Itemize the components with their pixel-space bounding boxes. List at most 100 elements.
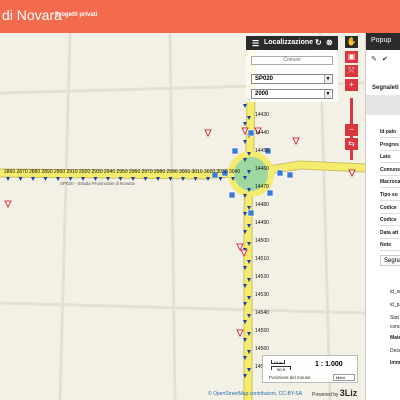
field-separator <box>380 174 400 176</box>
field-separator <box>380 137 400 138</box>
road-select[interactable]: SP020 ▼ <box>251 74 333 84</box>
field-separator <box>380 250 400 252</box>
popup-field-label: Macroca <box>380 179 400 186</box>
localizzazione-panel: ☰ Localizzazione ↻ ⊗ Comuni SP020 ▼ 2000… <box>246 36 338 102</box>
popup-subfield-label: id_pa <box>390 302 400 308</box>
refresh-icon[interactable]: ↻ <box>315 38 322 47</box>
zoom-out-button[interactable]: − <box>345 124 358 136</box>
sign-km-label: 14500 <box>255 238 269 244</box>
warning-sign-icon[interactable] <box>204 129 212 138</box>
pan-hand-icon[interactable]: ✋ <box>345 36 358 48</box>
comuni-search-input[interactable]: Comuni <box>251 56 333 65</box>
warning-sign-icon[interactable] <box>236 243 244 252</box>
sign-km-label: 2940 <box>104 169 115 175</box>
road-sign-icon[interactable] <box>286 171 294 179</box>
road-network <box>0 48 365 400</box>
sign-km-label: 2980 <box>154 169 165 175</box>
sign-marker[interactable] <box>218 177 223 181</box>
popup-subfield-label: cond <box>390 324 400 330</box>
sign-km-label: 14450 <box>255 148 269 154</box>
fullextent-icon[interactable]: ⤧ <box>345 65 358 77</box>
popup-field-label: Codice <box>380 204 397 211</box>
localizzazione-header: ☰ Localizzazione ↻ ⊗ <box>246 36 338 50</box>
osm-attribution-text[interactable]: © OpenStreetMap contributors, CC-BY-SA <box>208 391 302 397</box>
popup-subfield-label: id_se <box>390 289 400 295</box>
popup-field-label: Tipo so <box>380 192 398 198</box>
edit-icon[interactable]: ✎ <box>371 55 377 63</box>
warning-sign-icon[interactable] <box>348 169 356 178</box>
popup-field-label: Lato <box>380 154 391 161</box>
scale-bar-metric: 10 m <box>271 360 285 365</box>
field-separator <box>380 225 400 227</box>
sign-km-label: 2930 <box>92 169 103 175</box>
powered-by-text: Powered by <box>312 392 339 398</box>
sign-km-label: 2870 <box>17 169 28 175</box>
sign-marker[interactable] <box>6 177 10 181</box>
sign-km-label: 3030 <box>217 169 228 175</box>
popup-field-label: Note <box>380 242 392 249</box>
lizmap-brand: 3Liz <box>339 388 358 398</box>
road-sign-icon[interactable] <box>231 147 239 155</box>
app-subtitle: Progetti privati <box>55 12 98 18</box>
sign-km-label: 2950 <box>117 169 128 175</box>
road-sign-icon[interactable] <box>247 129 255 137</box>
popup-field-label: Progres <box>380 141 399 148</box>
scale-box: 10 m 50 ft 1 : 1.000 Posizione del mouse… <box>262 355 358 383</box>
sign-km-label: 2960 <box>129 169 140 175</box>
sign-km-label: 3020 <box>204 169 215 175</box>
popup-field-label: Codice <box>380 217 397 224</box>
sign-km-label: 14530 <box>255 292 269 298</box>
field-separator <box>380 149 400 151</box>
road-sign-icon[interactable] <box>247 209 255 217</box>
sign-marker[interactable] <box>143 177 148 181</box>
chevron-down-icon: ▼ <box>324 90 331 98</box>
units-select[interactable]: Metri <box>333 374 355 381</box>
km-select[interactable]: 2000 ▼ <box>251 89 333 99</box>
sign-km-label: 14540 <box>255 310 269 316</box>
section-header-bar <box>366 95 400 115</box>
sign-km-label: 14460 <box>255 166 269 172</box>
popup-panel: Popup ✎ ✔ Segnaleti Id palo Progres Lato Co… <box>365 33 400 400</box>
scale-bar-imperial: 50 ft <box>271 366 291 372</box>
scale-ratio: 1 : 1.000 <box>315 361 343 368</box>
mouse-position-label: Posizione del mouse <box>269 375 311 380</box>
field-separator <box>380 237 400 239</box>
popup-subfield-label: Desc <box>390 348 400 354</box>
sign-km-label: 2860 <box>4 169 15 175</box>
sign-marker[interactable] <box>43 177 48 181</box>
section-title: Segnaleti <box>372 85 399 91</box>
sign-km-label: 2880 <box>29 169 40 175</box>
popup-field-label: Data att <box>380 229 399 236</box>
popup-field-label: Comune <box>380 166 400 173</box>
arrows-icon[interactable]: ⇆ <box>345 138 358 150</box>
lizmap-logo[interactable]: Powered by 3Liz <box>312 388 357 398</box>
sign-marker[interactable] <box>18 177 23 181</box>
table-icon: ☰ <box>252 39 260 48</box>
road-sign-icon[interactable] <box>276 169 284 177</box>
tab-popup[interactable]: Popup <box>366 33 400 50</box>
sign-marker[interactable] <box>31 177 35 181</box>
sign-km-label: 14470 <box>255 184 269 190</box>
warning-sign-icon[interactable] <box>236 329 244 338</box>
localizzazione-title: Localizzazione <box>264 39 314 46</box>
road-sign-icon[interactable] <box>266 189 274 197</box>
warning-sign-icon[interactable] <box>292 137 300 146</box>
app-title: di Novara <box>2 7 62 23</box>
zoom-box-icon[interactable]: ▣ <box>345 51 358 63</box>
app-header: di Novara Progetti privati <box>0 0 400 33</box>
close-icon[interactable]: ⊗ <box>326 38 333 47</box>
sign-km-label: 2910 <box>67 169 78 175</box>
zoom-in-button[interactable]: + <box>345 79 358 91</box>
warning-sign-icon[interactable] <box>4 200 12 209</box>
sign-markers <box>4 98 356 378</box>
field-separator <box>380 212 400 214</box>
road-select-value: SP020 <box>255 76 274 82</box>
osm-attribution[interactable]: © OpenStreetMap contributors, CC-BY-SA <box>208 391 302 397</box>
segnaletica-button[interactable]: Segna <box>380 255 400 266</box>
sign-km-label: 14560 <box>255 346 269 352</box>
road-sign-icon[interactable] <box>228 191 236 199</box>
km-select-value: 2000 <box>255 91 269 97</box>
sign-km-label: 14510 <box>255 256 269 262</box>
popup-subfield-label: Mate <box>390 335 400 341</box>
check-icon[interactable]: ✔ <box>382 55 388 63</box>
